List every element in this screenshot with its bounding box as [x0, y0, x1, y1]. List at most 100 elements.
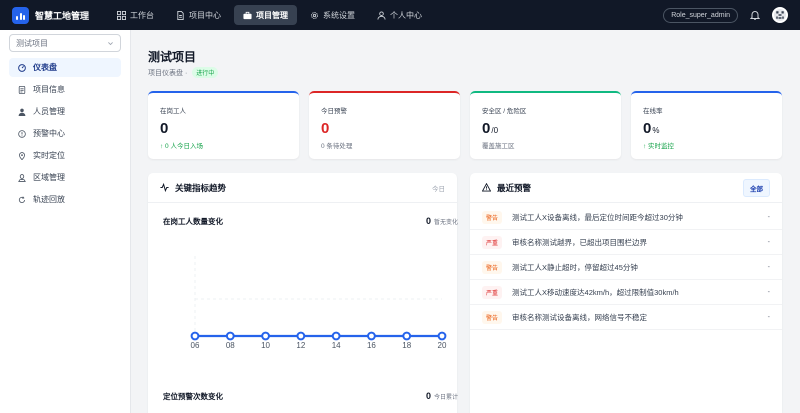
sidebar-item-label: 人员管理: [33, 107, 65, 116]
user-icon: [377, 10, 386, 20]
alert-level-tag: 警告: [482, 210, 503, 224]
alerts-panel-title: 最近预警: [482, 182, 531, 194]
stat-value: 0%: [643, 120, 660, 137]
data-point: [437, 331, 447, 341]
alert-circle-icon: [18, 129, 26, 138]
brand[interactable]: 智慧工地管理: [0, 6, 108, 24]
data-point: [225, 331, 235, 341]
sidebar-item-alert-center[interactable]: 预警中心: [9, 124, 121, 143]
data-point: [296, 331, 306, 341]
stat-label: 今日预警: [321, 108, 347, 115]
trend-panel-title: 关键指标趋势: [160, 182, 226, 194]
warning-triangle-icon: [482, 183, 491, 192]
project-select[interactable]: 测试项目: [9, 34, 121, 52]
stat-foot: ↑ 0 人今日入场: [160, 143, 203, 150]
metric-alerts-change: 定位预警次数变化 0 今日累计: [163, 391, 458, 402]
alert-level-tag: 警告: [482, 260, 503, 274]
workers-trend-chart: 06 08 10 12 14 16 18 20: [190, 256, 447, 350]
alerts-list: 警告 测试工人X设备离线，最后定位时间距今超过30分钟 - 严重 审核名称测试越…: [470, 203, 782, 330]
nav-item-project-management[interactable]: 项目管理: [234, 5, 297, 25]
sidebar-item-dashboard[interactable]: 仪表盘: [9, 58, 121, 77]
info-doc-icon: [18, 85, 26, 94]
stat-card-online-rate[interactable]: 在线率 0% ↑ 实时监控: [631, 91, 782, 159]
alert-item[interactable]: 严重 审核名称测试越界，已超出项目围栏边界 -: [470, 230, 782, 255]
x-tick-label: 08: [226, 341, 235, 350]
nav-item-workbench[interactable]: 工作台: [108, 5, 163, 25]
trend-panel: 关键指标趋势 今日 在岗工人数量变化 0 暂无变化 06 08 10 12 14 16 18 2…: [148, 173, 458, 413]
alert-time: -: [767, 313, 770, 321]
metric-value: 0 今日累计: [425, 391, 458, 401]
sidebar-item-realtime-location[interactable]: 实时定位: [9, 146, 121, 165]
sidebar: 测试项目 仪表盘 项目信息 人员管理 预警中心 实时定位 区域管理 轨迹回放: [0, 30, 131, 413]
stat-card-workers[interactable]: 在岗工人 0 ↑ 0 人今日入场: [148, 91, 299, 159]
alerts-panel-header: 最近预警 全部: [470, 173, 782, 203]
alert-item[interactable]: 警告 测试工人X设备离线，最后定位时间距今超过30分钟 -: [470, 205, 782, 230]
person-icon: [18, 108, 26, 116]
nav-label: 系统设置: [323, 10, 355, 20]
x-tick-label: 14: [332, 341, 341, 350]
map-icon: [18, 173, 26, 182]
alert-item[interactable]: 警告 审核名称测试设备离线，网络信号不稳定 -: [470, 305, 782, 330]
sidebar-item-zone-management[interactable]: 区域管理: [9, 168, 121, 187]
alert-text: 审核名称测试设备离线，网络信号不稳定: [512, 312, 648, 322]
page-subtitle: 项目仪表盘 · 进行中: [148, 67, 219, 78]
x-tick-label: 06: [191, 341, 200, 350]
stat-card-alerts[interactable]: 今日预警 0 0 条待处理: [309, 91, 460, 159]
stat-foot: 0 条待处理: [321, 143, 353, 150]
alert-text: 审核名称测试越界，已超出项目围栏边界: [512, 237, 648, 247]
metric-workers-change: 在岗工人数量变化 0 暂无变化: [163, 216, 458, 227]
alert-text: 测试工人X移动速度达42km/h，超过限制值30km/h: [512, 287, 679, 297]
brand-logo-icon: [12, 6, 29, 24]
sidebar-item-personnel[interactable]: 人员管理: [9, 102, 121, 121]
alert-time: -: [767, 213, 770, 221]
alert-item[interactable]: 警告 测试工人X静止超时，停留超过45分钟 -: [470, 255, 782, 280]
alert-level-tag: 严重: [482, 285, 503, 299]
x-tick-label: 20: [438, 341, 447, 350]
status-badge: 进行中: [192, 67, 219, 78]
briefcase-icon: [243, 11, 252, 19]
sidebar-item-track-replay[interactable]: 轨迹回放: [9, 190, 121, 209]
alert-text: 测试工人X设备离线，最后定位时间距今超过30分钟: [512, 212, 683, 222]
stat-foot: 覆盖施工区: [482, 143, 515, 150]
nav-label: 个人中心: [390, 10, 422, 20]
nav-item-project-center[interactable]: 项目中心: [167, 5, 230, 25]
gear-icon: [311, 11, 318, 19]
stat-card-zones[interactable]: 安全区 / 危险区 0/0 覆盖施工区: [470, 91, 621, 159]
stat-label: 安全区 / 危险区: [482, 108, 527, 115]
nav-item-personal-center[interactable]: 个人中心: [368, 5, 431, 25]
x-tick-label: 10: [261, 341, 270, 350]
nav-label: 项目管理: [256, 10, 288, 20]
activity-icon: [160, 183, 169, 192]
sidebar-item-project-info[interactable]: 项目信息: [9, 80, 121, 99]
data-point: [261, 331, 270, 341]
x-tick-label: 18: [402, 341, 411, 350]
data-point: [402, 331, 412, 341]
grid-icon: [117, 10, 126, 20]
data-point: [190, 331, 200, 341]
nav-label: 工作台: [130, 10, 154, 20]
main-content: 测试项目 项目仪表盘 · 进行中 在岗工人 0 ↑ 0 人今日入场 今日预警 0…: [132, 30, 800, 413]
avatar[interactable]: [772, 7, 788, 23]
data-point: [367, 331, 376, 341]
x-tick-label: 12: [296, 341, 305, 350]
alert-time: -: [767, 238, 770, 246]
view-all-button[interactable]: 全部: [743, 178, 770, 197]
metric-label: 定位预警次数变化: [163, 392, 223, 401]
metric-label: 在岗工人数量变化: [163, 217, 223, 226]
alert-text: 测试工人X静止超时，停留超过45分钟: [512, 262, 638, 272]
nav-label: 项目中心: [189, 10, 221, 20]
alert-time: -: [767, 288, 770, 296]
alerts-panel: 最近预警 全部 警告 测试工人X设备离线，最后定位时间距今超过30分钟 - 严重…: [470, 173, 782, 413]
top-right: Role_super_admin: [663, 0, 788, 30]
project-select-value: 测试项目: [16, 38, 48, 48]
sidebar-item-label: 轨迹回放: [33, 195, 65, 204]
app-name: 智慧工地管理: [35, 10, 90, 21]
role-badge[interactable]: Role_super_admin: [663, 7, 738, 23]
stat-value: 0: [321, 120, 330, 137]
bell-icon[interactable]: [750, 10, 760, 20]
sidebar-item-label: 预警中心: [33, 129, 65, 138]
nav-item-system-settings[interactable]: 系统设置: [301, 5, 364, 25]
stat-foot: ↑ 实时监控: [643, 143, 675, 150]
metric-value: 0 暂无变化: [425, 216, 458, 226]
alert-item[interactable]: 严重 测试工人X移动速度达42km/h，超过限制值30km/h -: [470, 280, 782, 305]
